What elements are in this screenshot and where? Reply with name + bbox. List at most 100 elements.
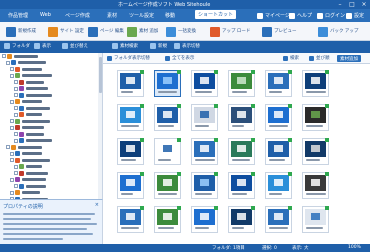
search-button[interactable]: 検索 [283,55,299,61]
expand-toggle-icon[interactable] [14,171,18,176]
toolbar-folder[interactable]: フォルダ [4,43,30,49]
tree-scrollbar-thumb[interactable] [98,57,102,93]
thumbnail-tile[interactable] [265,104,292,131]
menu-right-login[interactable]: ログイン [317,12,345,19]
expand-toggle-icon[interactable] [10,73,14,78]
thumbnail-tile[interactable] [154,104,181,131]
add-material-button[interactable]: 素材追加 [337,55,361,62]
toolbar-search[interactable]: 素材検索 [112,43,138,49]
expand-toggle-icon[interactable] [14,132,18,137]
thumbnail-tile[interactable] [154,206,181,233]
thumbnail-tile[interactable] [154,70,181,97]
thumbnail-caption [158,91,177,93]
expand-toggle-icon[interactable] [10,99,14,104]
menu-right-help[interactable]: ヘルプ [289,12,312,19]
menu-item-web[interactable]: Web [40,12,51,18]
thumbnail-tile[interactable] [191,206,218,233]
tree-item-label [22,119,50,123]
thumbnail-tile[interactable] [265,70,292,97]
menu-right-mypage[interactable]: マイページ [257,12,290,19]
secondary-toolbar: フォルダ 表示 並び替え 素材検索 新規 表示切替 [0,41,370,53]
thumbnail-tile[interactable] [117,70,144,97]
expand-toggle-icon[interactable] [14,112,18,117]
toolbar-sort[interactable]: 並び替え [62,43,88,49]
thumbnail-tile[interactable] [191,172,218,199]
thumbnail-tile[interactable] [302,70,329,97]
thumbnail-caption [121,91,133,93]
thumbnail-tile[interactable] [302,104,329,131]
thumbnail-tile[interactable] [265,138,292,165]
thumbnail-tile[interactable] [117,172,144,199]
thumbnail-tile[interactable] [265,172,292,199]
menu-right-settings[interactable]: 設定 [346,12,364,19]
folder-toggle-button[interactable]: フォルダ表示切替 [107,55,150,61]
thumbnail-tile[interactable] [154,172,181,199]
sort-order-button[interactable]: 並び順 [309,55,330,61]
ribbon-upload-button[interactable]: アップ ロード [210,25,250,38]
status-badge [140,138,144,142]
expand-toggle-icon[interactable] [6,145,10,150]
maximize-button[interactable]: □ [349,0,355,8]
menu-item-shortcut[interactable]: ショートカット [195,10,237,19]
expand-toggle-icon[interactable] [14,80,18,85]
menu-item-tools[interactable]: ツール設定 [129,12,154,19]
thumbnail-tile[interactable] [154,138,181,165]
info-panel-close-icon[interactable]: × [95,202,99,208]
expand-toggle-icon[interactable] [14,138,18,143]
thumbnail-tile[interactable] [228,138,255,165]
close-button[interactable]: × [361,0,367,8]
show-all-button[interactable]: 全てを表示 [165,55,194,61]
thumbnail-caption [232,193,247,195]
thumbnail-tile[interactable] [228,172,255,199]
ribbon-site-settings-button[interactable]: サイト 設定 [48,25,84,38]
expand-toggle-icon[interactable] [14,164,18,169]
tree-scrollbar[interactable] [98,53,102,199]
expand-toggle-icon[interactable] [10,158,14,163]
thumbnail-tile[interactable] [191,138,218,165]
expand-toggle-icon[interactable] [2,54,6,59]
minimize-button[interactable]: – [337,0,343,8]
menu-item-move[interactable]: 移動 [165,12,175,19]
expand-toggle-icon[interactable] [14,93,18,98]
thumbnail-glyph [274,145,283,152]
ribbon-backup-button[interactable]: バック アップ [318,25,358,38]
toolbar-view[interactable]: 表示 [34,43,51,49]
expand-toggle-icon[interactable] [10,177,14,182]
expand-toggle-icon[interactable] [10,151,14,156]
expand-toggle-icon[interactable] [6,60,10,65]
expand-toggle-icon[interactable] [14,106,18,111]
thumbnail-image [157,209,178,225]
toolbar-new[interactable]: 新規 [150,43,167,49]
menu-item-page[interactable]: ページ作成 [65,12,90,19]
ribbon-batch-convert-button[interactable]: 一括変換 [166,25,196,38]
expand-toggle-icon[interactable] [14,86,18,91]
thumbnail-tile[interactable] [228,206,255,233]
toolbar-switch[interactable]: 表示切替 [174,43,200,49]
thumbnail-tile[interactable] [302,206,329,233]
menu-item-material[interactable]: 素材 [107,12,117,19]
expand-toggle-icon[interactable] [10,125,14,130]
expand-toggle-icon[interactable] [10,119,14,124]
thumbnail-tile[interactable] [117,104,144,131]
thumbnail-tile[interactable] [228,70,255,97]
thumbnail-tile[interactable] [117,138,144,165]
thumbnail-tile[interactable] [228,104,255,131]
ribbon-preview-button[interactable]: プレビュー [262,25,297,38]
expand-toggle-icon[interactable] [10,190,14,195]
status-zoom[interactable]: 100% [348,245,361,250]
menu-item-works[interactable]: 作品管理 [8,12,28,19]
expand-toggle-icon[interactable] [14,184,18,189]
ribbon-add-material-button[interactable]: 素材 追加 [127,25,158,38]
ribbon-page-edit-button[interactable]: ページ 編集 [88,25,124,38]
ribbon-new-button[interactable]: 新規作成 [6,25,36,38]
thumbnail-glyph [163,145,172,152]
thumbnail-tile[interactable] [302,172,329,199]
expand-toggle-icon[interactable] [10,67,14,72]
sort-icon [62,43,68,49]
thumbnail-tile[interactable] [265,206,292,233]
thumbnail-tile[interactable] [191,104,218,131]
tree-item-label [18,145,42,149]
thumbnail-tile[interactable] [191,70,218,97]
thumbnail-tile[interactable] [117,206,144,233]
thumbnail-tile[interactable] [302,138,329,165]
